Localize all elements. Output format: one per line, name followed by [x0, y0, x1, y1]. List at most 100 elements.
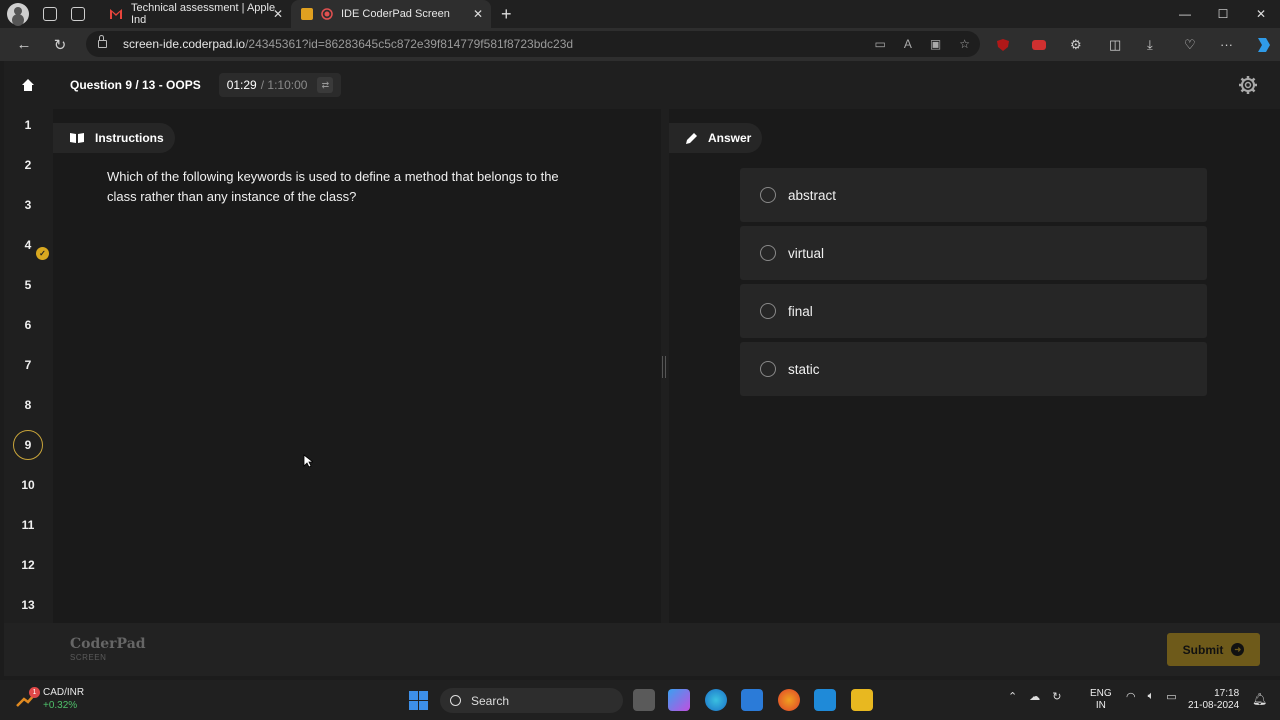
volume-icon: 🔈︎ — [1147, 690, 1155, 702]
store-icon[interactable] — [741, 689, 763, 711]
copilot-app-icon[interactable] — [668, 689, 690, 711]
extensions-icon[interactable]: ⚙ — [1070, 28, 1082, 61]
extension-ublock-icon[interactable] — [996, 28, 1010, 61]
answer-panel: Answer abstract virtual final static — [669, 109, 1280, 623]
extension-red-icon[interactable] — [1032, 28, 1046, 61]
search-placeholder: Search — [471, 693, 510, 708]
answer-option-virtual[interactable]: virtual — [740, 226, 1207, 280]
close-window-icon[interactable]: ✕ — [1242, 0, 1280, 28]
brand-subtitle: SCREEN — [70, 653, 107, 662]
sidebar-question-7[interactable]: 7 — [13, 350, 43, 380]
panel-resize-handle[interactable] — [662, 356, 666, 378]
language-indicator[interactable]: ENG IN — [1090, 688, 1112, 712]
answer-option-abstract[interactable]: abstract — [740, 168, 1207, 222]
minimize-icon[interactable]: — — [1166, 0, 1204, 28]
sidebar-question-4[interactable]: 4 ✓ — [13, 230, 49, 260]
sidebar-question-12[interactable]: 12 — [13, 550, 43, 580]
sidebar-question-5[interactable]: 5 — [13, 270, 43, 300]
gmail-icon — [110, 9, 122, 19]
sidebar-question-1[interactable]: 1 — [13, 110, 43, 140]
taskbar-search[interactable]: Search — [440, 688, 623, 713]
profile-icon[interactable] — [7, 3, 29, 25]
answer-option-static[interactable]: static — [740, 342, 1207, 396]
sidebar-question-6[interactable]: 6 — [13, 310, 43, 340]
vscode-icon[interactable] — [814, 689, 836, 711]
pencil-icon — [686, 132, 697, 144]
radio-button[interactable] — [760, 361, 776, 377]
task-view-icon[interactable] — [633, 689, 655, 711]
radio-button[interactable] — [760, 245, 776, 261]
notifications-bell-icon[interactable]: 🔔︎ — [1252, 692, 1267, 706]
arrow-right-icon: ➜ — [1231, 643, 1245, 656]
lock-icon — [98, 35, 107, 48]
sync-icon[interactable]: ↻ — [1052, 690, 1061, 703]
copilot-icon[interactable] — [1254, 28, 1272, 61]
option-label: static — [788, 361, 820, 377]
sidebar-question-2[interactable]: 2 — [13, 150, 43, 180]
browser-tab-coderpad[interactable]: IDE CoderPad Screen ✕ — [291, 0, 491, 28]
sidebar-question-3[interactable]: 3 — [13, 190, 43, 220]
sidebar-question-11[interactable]: 11 — [13, 510, 43, 540]
clock-date: 21-08-2024 — [1188, 700, 1240, 711]
downloads-icon[interactable]: ⤓ — [1147, 28, 1153, 61]
windows-start-icon[interactable] — [409, 691, 428, 710]
settings-gear-icon[interactable] — [1238, 75, 1258, 95]
read-aloud-icon[interactable]: A — [904, 37, 912, 51]
sidebar-question-9[interactable]: 9 — [13, 430, 43, 460]
back-icon[interactable]: ← — [6, 36, 42, 53]
submit-button[interactable]: Submit ➜ — [1167, 633, 1260, 666]
firefox-icon[interactable] — [778, 689, 800, 711]
close-tab-icon[interactable]: ✕ — [473, 7, 483, 21]
browser-essentials-icon[interactable]: ♡ — [1184, 28, 1196, 61]
answer-tab[interactable]: Answer — [669, 123, 762, 153]
camera-icon[interactable]: ▭ — [875, 37, 886, 51]
onedrive-cloud-icon[interactable]: ☁ — [1029, 690, 1040, 703]
home-icon[interactable] — [21, 78, 35, 92]
window-controls: — ☐ ✕ — [1166, 0, 1280, 28]
option-label: abstract — [788, 187, 837, 203]
radio-button[interactable] — [760, 187, 776, 203]
option-label: virtual — [788, 245, 825, 261]
file-explorer-icon[interactable] — [851, 689, 873, 711]
clock[interactable]: 17:18 21-08-2024 — [1188, 688, 1239, 712]
recording-icon — [321, 8, 333, 20]
lang-line2: IN — [1095, 700, 1106, 711]
immersive-reader-icon[interactable]: ▣ — [930, 37, 941, 51]
tab-title: IDE CoderPad Screen — [341, 8, 450, 20]
edge-browser-icon[interactable] — [705, 689, 727, 711]
url-actions: ▭ A ▣ ☆ — [875, 37, 970, 51]
sidebar-question-8[interactable]: 8 — [13, 390, 43, 420]
clock-time: 17:18 — [1214, 688, 1240, 699]
swap-icon[interactable]: ⇄ — [317, 77, 334, 93]
timer: 01:29 / 1:10:00 ⇄ — [218, 73, 342, 97]
answer-option-final[interactable]: final — [740, 284, 1207, 338]
book-icon — [70, 133, 84, 143]
more-menu-icon[interactable]: ··· — [1220, 28, 1233, 61]
browser-tabbar: Technical assessment | Apple Ind ✕ IDE C… — [0, 0, 1280, 28]
ticker-change: +0.32% — [43, 700, 78, 711]
url-field[interactable]: screen-ide.coderpad.io/24345361?id=86283… — [86, 31, 980, 57]
close-tab-icon[interactable]: ✕ — [273, 7, 283, 21]
chart-icon: 1 — [16, 687, 40, 708]
notification-badge: 1 — [29, 687, 40, 698]
workspaces-icon[interactable] — [43, 7, 57, 21]
radio-button[interactable] — [760, 303, 776, 319]
browser-tab-gmail[interactable]: Technical assessment | Apple Ind ✕ — [99, 0, 291, 28]
tab-actions-icon[interactable] — [71, 7, 85, 21]
sidebar-question-10[interactable]: 10 — [13, 470, 43, 500]
sidebar-question-13[interactable]: 13 — [13, 590, 43, 620]
mouse-cursor-icon — [303, 454, 313, 468]
maximize-icon[interactable]: ☐ — [1204, 0, 1242, 28]
favorite-star-icon[interactable]: ☆ — [959, 37, 970, 51]
app-footer: CoderPad SCREEN Submit ➜ — [4, 623, 1280, 676]
question-number: 4 — [24, 238, 32, 252]
tab-title: Technical assessment | Apple Ind — [131, 2, 276, 26]
answered-check-icon: ✓ — [36, 247, 49, 260]
new-tab-icon[interactable]: + — [501, 4, 512, 25]
refresh-icon[interactable]: ↻ — [42, 36, 78, 54]
stock-widget[interactable]: 1 CAD/INR +0.32% — [16, 686, 84, 712]
chevron-up-icon[interactable]: ⌃ — [1008, 690, 1017, 703]
instructions-tab[interactable]: Instructions — [53, 123, 175, 153]
split-screen-icon[interactable]: ◫ — [1109, 28, 1121, 61]
system-status[interactable]: ◠ 🔈︎ ▭ — [1126, 690, 1177, 703]
